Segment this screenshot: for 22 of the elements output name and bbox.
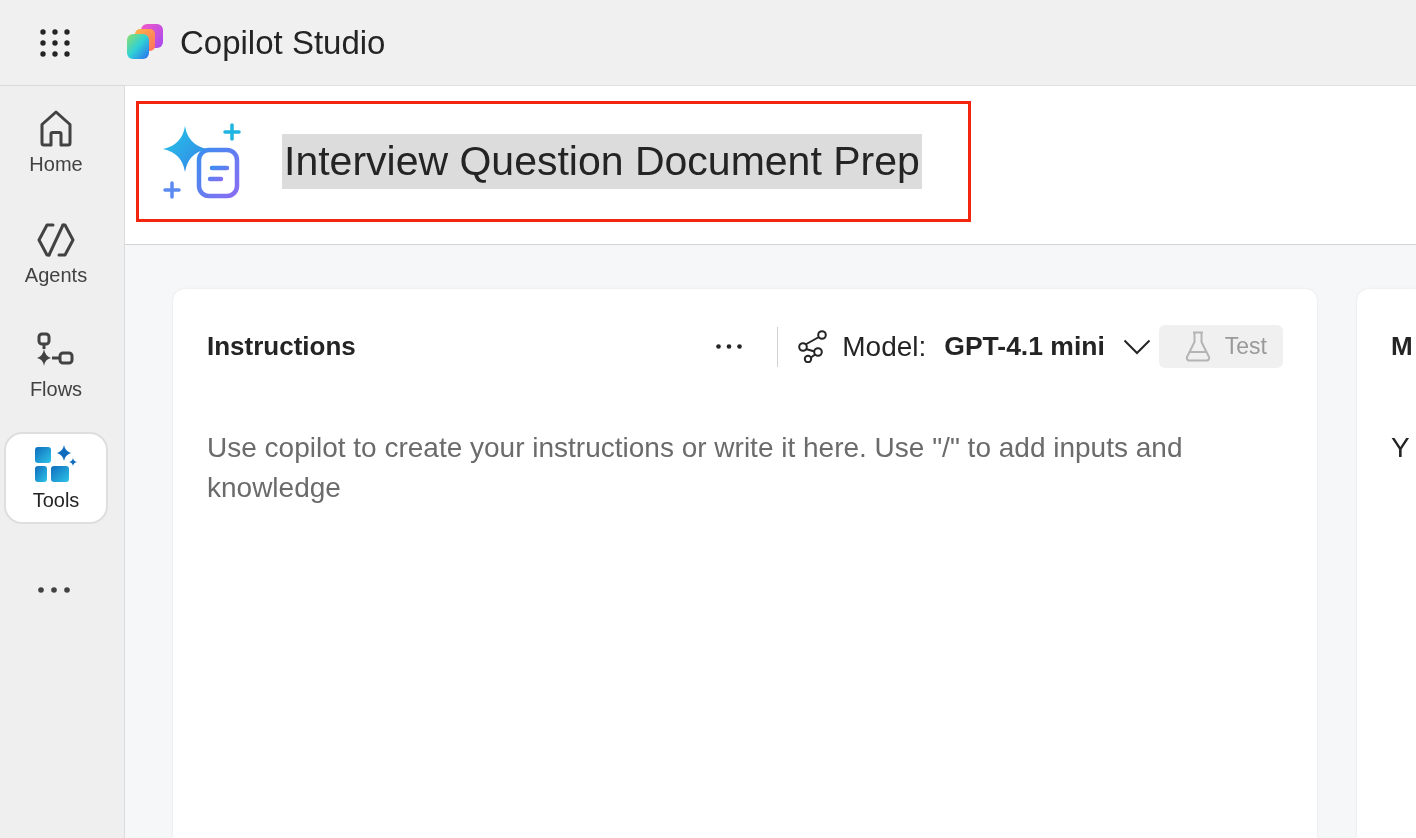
code-hexagon-icon [36, 221, 76, 258]
card-title: M [1391, 331, 1413, 362]
cube-logo-icon [127, 23, 163, 59]
nav-item[interactable]: Tools [4, 432, 108, 524]
card-text: Y [1391, 431, 1411, 465]
nav-item[interactable]: Home [4, 96, 108, 188]
nav-item[interactable]: Agents [4, 208, 108, 300]
tiles-sparkle-icon [35, 444, 77, 483]
chevron-down-icon [1122, 338, 1151, 355]
card-title: Instructions [207, 331, 356, 362]
agent-name: Interview Question Document Prep [282, 134, 922, 189]
flask-icon [1184, 331, 1211, 362]
nav-item[interactable]: Flows [4, 320, 108, 412]
app-title: Copilot Studio [180, 23, 386, 62]
more-dots-icon [38, 587, 70, 593]
model-label: Model: [842, 330, 927, 363]
sparkle-document-icon [163, 123, 243, 200]
model-dropdown[interactable]: GPT-4.1 mini [944, 325, 1151, 368]
house-icon [38, 108, 74, 147]
connected-nodes-icon [798, 330, 829, 363]
more-dots-icon [716, 344, 743, 349]
grid-dots-icon [40, 28, 70, 57]
